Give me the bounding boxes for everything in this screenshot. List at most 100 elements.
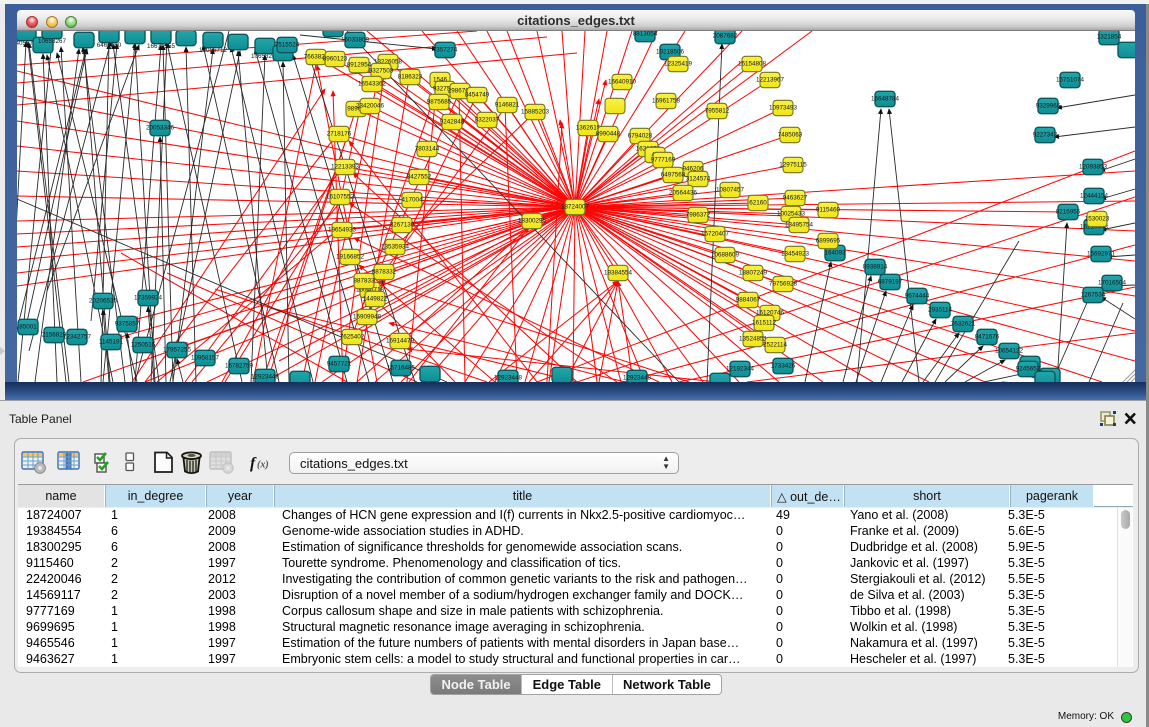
svg-text:13535934: 13535934 <box>381 244 410 251</box>
svg-text:16543362: 16543362 <box>358 81 387 88</box>
svg-text:9375857: 9375857 <box>115 321 140 328</box>
svg-text:13495754: 13495754 <box>785 222 814 229</box>
svg-text:17359924: 17359924 <box>134 295 163 302</box>
svg-text:19218506: 19218506 <box>656 49 685 56</box>
svg-text:15692971: 15692971 <box>1087 251 1116 258</box>
svg-text:17016504: 17016504 <box>1098 280 1127 287</box>
svg-text:13454923: 13454923 <box>781 251 810 258</box>
svg-text:12093853: 12093853 <box>1079 164 1108 171</box>
svg-text:15716485: 15716485 <box>387 365 416 372</box>
svg-text:16914479: 16914479 <box>386 338 415 345</box>
svg-text:9242848: 9242848 <box>440 119 465 126</box>
svg-text:1250515: 1250515 <box>131 342 156 349</box>
svg-text:12975115: 12975115 <box>779 162 807 169</box>
svg-text:8938914: 8938914 <box>863 264 888 271</box>
svg-text:2087682: 2087682 <box>713 33 738 40</box>
svg-text:1530023: 1530023 <box>1085 216 1110 223</box>
svg-text:9115460: 9115460 <box>816 207 841 214</box>
svg-text:7632621: 7632621 <box>951 321 976 328</box>
svg-text:12213393: 12213393 <box>331 164 360 171</box>
svg-text:7485063: 7485063 <box>778 132 803 139</box>
svg-text:417004: 417004 <box>401 197 423 204</box>
svg-text:8878332: 8878332 <box>372 269 397 276</box>
svg-text:12192344: 12192344 <box>726 366 755 373</box>
svg-text:6497568: 6497568 <box>661 172 686 179</box>
svg-text:12342757: 12342757 <box>63 334 92 341</box>
svg-text:8454749: 8454749 <box>465 92 490 99</box>
svg-text:18724007: 18724007 <box>561 204 590 211</box>
svg-text:16640910: 16640910 <box>608 79 637 86</box>
svg-text:19654933: 19654933 <box>328 227 357 234</box>
svg-text:17957255: 17957255 <box>163 347 192 354</box>
svg-text:8471676: 8471676 <box>975 334 1000 341</box>
svg-text:18300295: 18300295 <box>518 218 547 225</box>
svg-text:20206535: 20206535 <box>89 298 118 305</box>
svg-text:8813054: 8813054 <box>633 31 658 38</box>
svg-text:8215955: 8215955 <box>1056 209 1081 216</box>
svg-text:2522114: 2522114 <box>763 342 788 349</box>
svg-text:9463627: 9463627 <box>783 195 808 202</box>
svg-text:7357274: 7357274 <box>433 47 458 54</box>
svg-text:16671355: 16671355 <box>147 43 176 50</box>
svg-text:7803144: 7803144 <box>415 146 440 153</box>
svg-text:9777169: 9777169 <box>651 157 676 164</box>
svg-text:7515524: 7515524 <box>275 42 300 49</box>
svg-text:16909948: 16909948 <box>353 314 382 321</box>
svg-text:10654122: 10654122 <box>995 348 1024 355</box>
svg-text:1321854: 1321854 <box>1097 34 1122 41</box>
svg-text:10653267: 10653267 <box>38 38 67 45</box>
svg-text:9884067: 9884067 <box>736 297 761 304</box>
svg-text:8960123: 8960123 <box>323 56 348 63</box>
svg-text:f: f <box>250 455 257 472</box>
svg-text:6879197: 6879197 <box>878 279 903 286</box>
svg-text:9674444: 9674444 <box>905 293 930 300</box>
svg-text:12325419: 12325419 <box>664 61 693 68</box>
svg-text:14055712: 14055712 <box>199 47 228 54</box>
svg-text:9327503: 9327503 <box>369 68 394 75</box>
svg-text:9329966: 9329966 <box>1036 103 1061 110</box>
svg-text:20053346: 20053346 <box>146 125 175 132</box>
svg-text:1449822: 1449822 <box>363 296 388 303</box>
svg-text:9875685: 9875685 <box>427 99 452 106</box>
svg-text:7625402: 7625402 <box>340 334 365 341</box>
svg-text:12923448: 12923448 <box>494 375 523 382</box>
svg-text:6794028: 6794028 <box>628 133 653 140</box>
svg-text:23420046: 23420046 <box>356 103 385 110</box>
svg-text:18807249: 18807249 <box>739 270 768 277</box>
svg-text:10025433: 10025433 <box>777 211 806 218</box>
svg-text:10973493: 10973493 <box>769 105 798 112</box>
svg-text:79756928: 79756928 <box>769 281 798 288</box>
svg-text:164093: 164093 <box>824 250 846 257</box>
svg-text:16154808: 16154808 <box>738 61 767 68</box>
svg-text:16782759: 16782759 <box>225 363 254 370</box>
svg-text:(x): (x) <box>257 460 269 471</box>
svg-text:16961758: 16961758 <box>652 98 681 105</box>
svg-text:1733426: 1733426 <box>771 363 796 370</box>
svg-text:12213967: 12213967 <box>756 77 785 84</box>
svg-text:3124574: 3124574 <box>686 176 711 183</box>
svg-text:9227343: 9227343 <box>1033 132 1058 139</box>
svg-text:12923448: 12923448 <box>251 374 280 381</box>
svg-text:16107552: 16107552 <box>326 194 355 201</box>
svg-text:15885203: 15885203 <box>521 109 550 116</box>
svg-text:8186323: 8186323 <box>398 74 423 81</box>
svg-text:12444154: 12444154 <box>1080 193 1109 200</box>
svg-text:19384554: 19384554 <box>604 270 633 277</box>
svg-text:1145191: 1145191 <box>99 339 124 346</box>
svg-text:9146821: 9146821 <box>495 102 520 109</box>
svg-text:7986372: 7986372 <box>686 212 711 219</box>
svg-text:16648784: 16648784 <box>871 96 900 103</box>
svg-text:3267130: 3267130 <box>390 222 415 229</box>
svg-text:12923448: 12923448 <box>623 375 652 382</box>
svg-text:19166852: 19166852 <box>336 254 365 261</box>
svg-text:6466160: 6466160 <box>97 42 122 49</box>
svg-text:15720407: 15720407 <box>701 231 730 238</box>
svg-text:8427552: 8427552 <box>407 174 432 181</box>
svg-text:20564436: 20564436 <box>669 190 698 197</box>
svg-text:62160: 62160 <box>749 200 767 207</box>
svg-text:6899695: 6899695 <box>816 238 841 245</box>
svg-text:85001: 85001 <box>19 324 37 331</box>
svg-text:10958157: 10958157 <box>191 355 220 362</box>
svg-text:8990448: 8990448 <box>596 131 621 138</box>
svg-text:2718176: 2718176 <box>327 131 352 138</box>
